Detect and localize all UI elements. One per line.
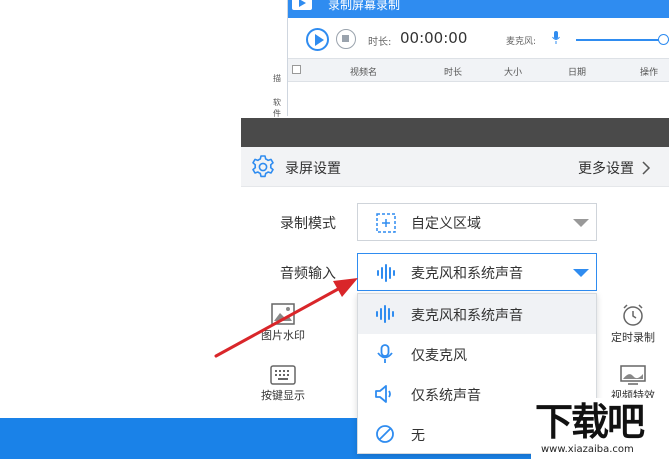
- recorder-controls: 时长: 00:00:00 麦克风:: [288, 18, 669, 58]
- audio-input-label: 音频输入: [280, 266, 336, 282]
- scheduled-recording-label: 定时录制: [611, 331, 655, 344]
- play-icon[interactable]: [306, 28, 329, 51]
- dark-separator: [241, 118, 669, 147]
- custom-area-icon: [376, 213, 396, 233]
- volume-slider-handle[interactable]: [658, 34, 669, 45]
- dropdown-option-mic-and-system[interactable]: 麦克风和系统声音: [358, 294, 596, 334]
- select-all-checkbox[interactable]: [292, 65, 301, 74]
- duration-value: 00:00:00: [400, 29, 468, 47]
- recordings-table-header: 视频名 时长 大小 日期 操作: [288, 58, 669, 82]
- side-label: 描: [273, 74, 281, 83]
- image-watermark-label: 图片水印: [261, 329, 305, 342]
- recorder-titlebar: 录制屏幕录制: [288, 0, 669, 18]
- chevron-right-icon[interactable]: [641, 161, 651, 175]
- recorder-window: 录制屏幕录制 时长: 00:00:00 麦克风: 视频名 时长 大小 日期 操作: [287, 0, 669, 116]
- caret-down-icon: [573, 269, 589, 277]
- dropdown-option-label: 麦克风和系统声音: [411, 308, 523, 324]
- duration-label: 时长:: [368, 37, 392, 48]
- settings-title: 录屏设置: [285, 161, 341, 177]
- preview-side-panel: 描 软件: [241, 0, 287, 118]
- recorder-title: 录制屏幕录制: [328, 0, 401, 12]
- microphone-icon: [377, 344, 393, 363]
- column-header: 大小: [504, 68, 523, 78]
- alarm-clock-icon: [623, 304, 643, 326]
- key-display-label: 按键显示: [261, 389, 305, 402]
- speaker-icon: [375, 385, 391, 403]
- scheduled-recording-tool[interactable]: 定时录制: [603, 303, 663, 345]
- column-header: 操作: [640, 68, 659, 78]
- microphone-icon: [552, 31, 560, 44]
- record-mode-label: 录制模式: [280, 216, 336, 232]
- watermark-brand: 下载吧: [535, 400, 645, 444]
- watermark-url: www.xiazaiba.com: [541, 444, 634, 455]
- gear-icon: [252, 155, 274, 178]
- settings-header: 录屏设置 更多设置: [241, 147, 669, 187]
- mic-label: 麦克风:: [506, 37, 537, 47]
- dropdown-option-label: 仅系统声音: [411, 388, 481, 404]
- dropdown-option-mic-only[interactable]: 仅麦克风: [358, 334, 596, 374]
- left-blank-area: [0, 0, 241, 418]
- more-settings-link[interactable]: 更多设置: [578, 158, 634, 178]
- audio-input-select[interactable]: 麦克风和系统声音: [357, 253, 597, 291]
- dropdown-option-label: 无: [411, 428, 425, 444]
- caret-down-icon: [573, 219, 589, 227]
- site-watermark: 下载吧 www.xiazaiba.com: [531, 398, 669, 459]
- audio-input-value: 麦克风和系统声音: [411, 266, 523, 282]
- image-icon: [271, 303, 295, 325]
- stop-icon[interactable]: [336, 29, 356, 49]
- column-header: 日期: [568, 68, 587, 78]
- volume-slider[interactable]: [576, 39, 669, 41]
- record-mode-value: 自定义区域: [411, 216, 481, 232]
- key-display-tool[interactable]: 按键显示: [253, 365, 313, 403]
- column-header: 时长: [444, 68, 463, 78]
- side-label: 软件: [273, 98, 281, 118]
- image-watermark-tool[interactable]: 图片水印: [253, 303, 313, 343]
- keyboard-icon: [270, 365, 296, 385]
- audio-wave-icon: [377, 264, 395, 282]
- audio-wave-icon: [376, 305, 394, 323]
- dropdown-option-label: 仅麦克风: [411, 348, 467, 364]
- monitor-icon: [620, 365, 646, 385]
- column-header: 视频名: [350, 68, 378, 78]
- record-mode-select[interactable]: 自定义区域: [357, 203, 597, 241]
- recorder-logo-icon: [292, 0, 312, 10]
- disabled-icon: [376, 425, 394, 443]
